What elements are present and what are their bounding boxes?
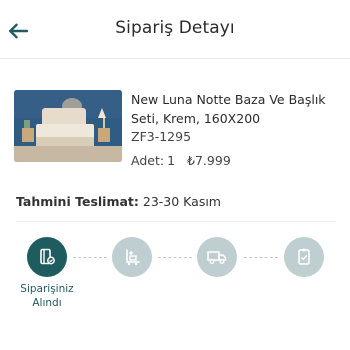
estimated-delivery-label: Tahmini Teslimat: xyxy=(16,194,139,209)
progress-connector xyxy=(73,257,107,258)
estimated-delivery: Tahmini Teslimat: 23-30 Kasım xyxy=(16,194,221,209)
delivery-truck-icon xyxy=(207,251,227,264)
product-image[interactable] xyxy=(14,90,122,162)
step-label-line: Siparişiniz xyxy=(20,283,74,295)
step-label-line: Alındı xyxy=(32,297,62,309)
product-price: ₺7.999 xyxy=(187,153,231,168)
progress-connector xyxy=(158,257,192,258)
order-item[interactable]: New Luna Notte Baza Ve Başlık Seti, Krem… xyxy=(14,88,344,168)
page-title: Sipariş Detayı xyxy=(115,18,235,38)
step-order-received xyxy=(27,237,67,277)
product-name[interactable]: New Luna Notte Baza Ve Başlık Seti, Krem… xyxy=(131,90,346,128)
product-info: New Luna Notte Baza Ve Başlık Seti, Krem… xyxy=(131,90,346,170)
step-order-received-label: Siparişiniz Alındı xyxy=(12,282,82,310)
divider xyxy=(16,221,336,222)
quantity-label: Adet: xyxy=(131,153,165,168)
estimated-delivery-value: 23-30 Kasım xyxy=(142,194,221,209)
product-sku: ZF3-1295 xyxy=(131,129,192,144)
step-delivered xyxy=(284,237,324,277)
quantity-value: 1 xyxy=(167,153,176,168)
app-header: Sipariş Detayı xyxy=(0,0,350,59)
order-document-icon xyxy=(40,248,55,265)
product-meta: Adet: 1 ₺7.999 xyxy=(131,152,346,170)
step-shipping xyxy=(197,237,237,277)
progress-connector xyxy=(244,257,278,258)
step-preparing xyxy=(112,237,152,277)
warehouse-forklift-icon xyxy=(126,249,140,266)
delivered-checklist-icon xyxy=(298,248,310,265)
order-detail-screen: Sipariş Detayı New Luna Notte Baza Ve Ba… xyxy=(0,0,350,350)
